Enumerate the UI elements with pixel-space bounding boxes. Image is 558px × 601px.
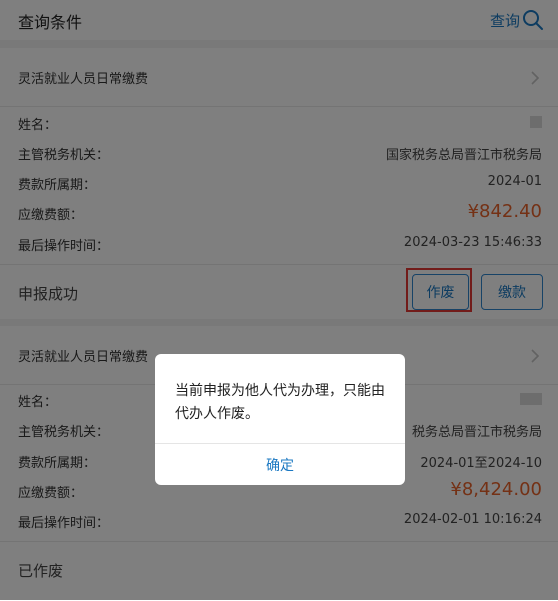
modal-overlay[interactable] — [0, 0, 558, 600]
alert-dialog: 当前申报为他人代为办理，只能由代办人作废。 确定 — [155, 354, 405, 485]
dialog-message: 当前申报为他人代为办理，只能由代办人作废。 — [175, 383, 385, 422]
payment-query-page: 查询条件 查询 灵活就业人员日常缴费 姓名： 主管税务机关： 国家税务总局晋江市… — [0, 0, 558, 601]
confirm-button[interactable]: 确定 — [155, 444, 405, 485]
